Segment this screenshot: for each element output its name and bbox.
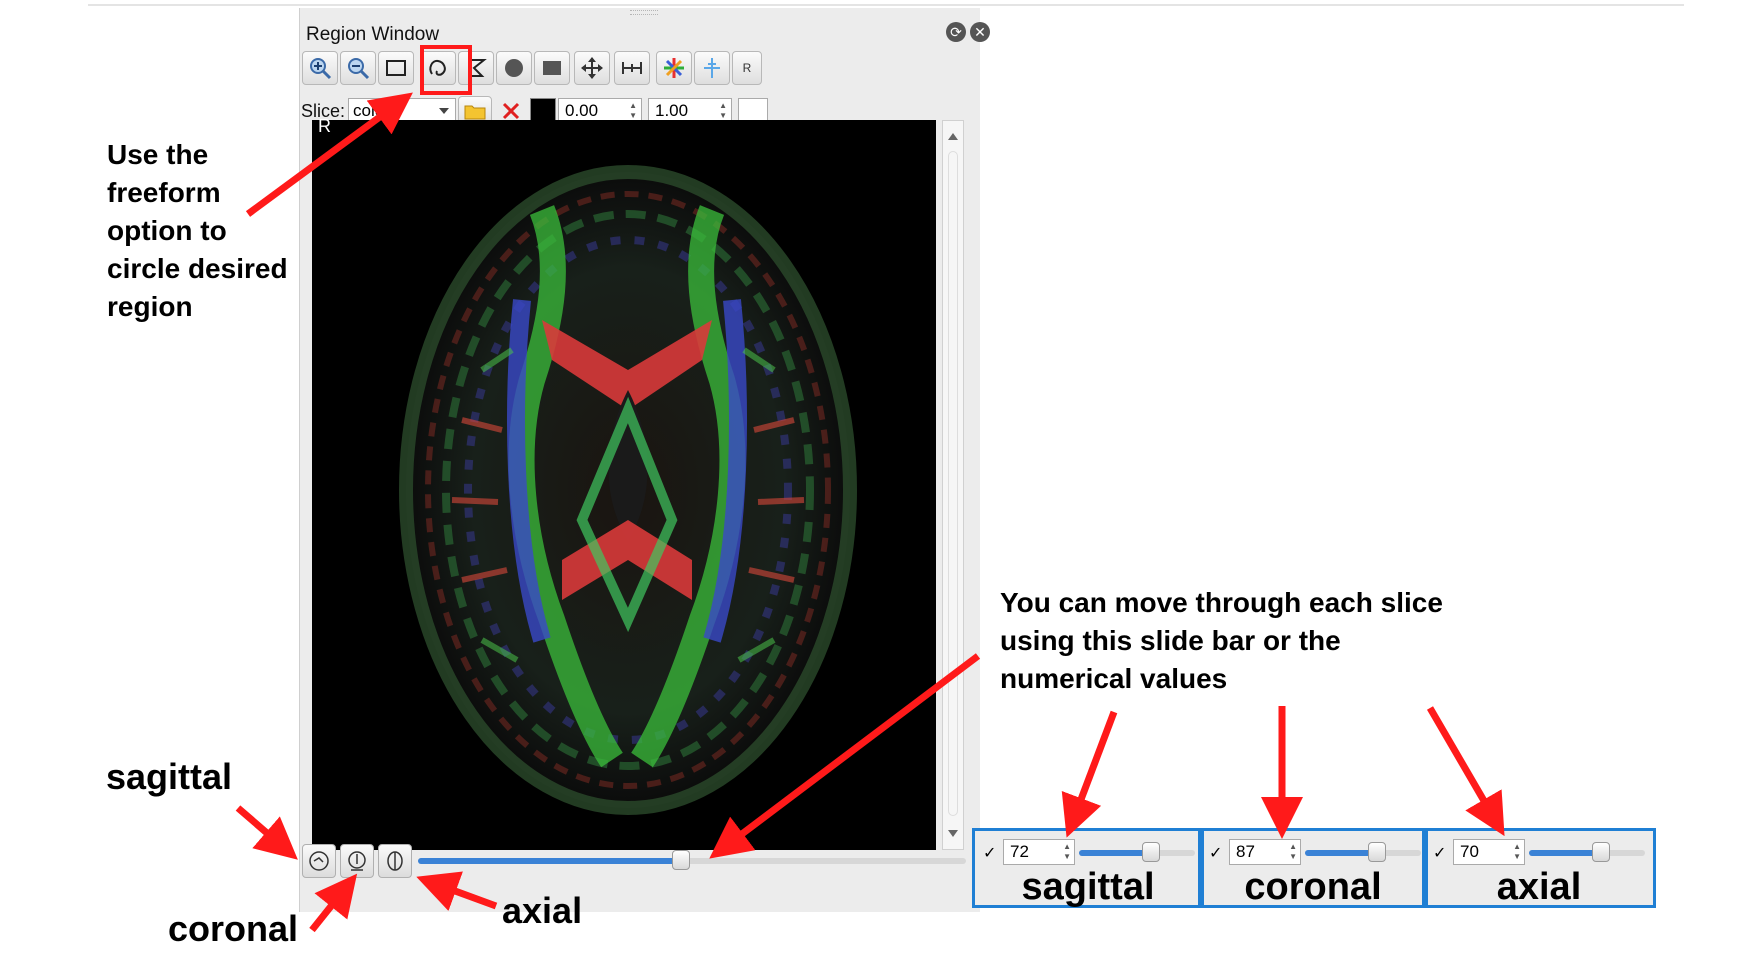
slice-note: You can move through each slice using th… [1000, 584, 1443, 698]
max-value: 1.00 [655, 101, 689, 120]
slice-note-line: numerical values [1000, 663, 1228, 694]
sagittal-spinner[interactable]: 72 ▲ ▼ [1003, 839, 1075, 865]
axial-brain-icon [387, 851, 403, 871]
region-window: Region Window ⟳ ✕ R Slice: colo 0.00 ▲ ▼… [299, 8, 990, 912]
top-divider [88, 4, 1684, 6]
filled-circle-tool[interactable] [496, 51, 532, 85]
crosshair-icon [704, 58, 720, 78]
axial-slider-handle[interactable] [1591, 842, 1610, 862]
freeform-note-line: region [107, 291, 193, 322]
sagittal-slider-fill [1079, 850, 1151, 856]
zoom-out-icon [348, 58, 370, 80]
rectangle-outline-icon [386, 60, 406, 76]
coronal-slider[interactable] [1305, 842, 1421, 862]
red-x-icon [502, 102, 520, 120]
sagittal-checkbox[interactable]: ✓ [983, 843, 996, 863]
move-arrows-icon [581, 57, 603, 79]
close-icon[interactable]: ✕ [970, 22, 990, 42]
slice-controls-panel: ✓ 72 ▲ ▼ sagittal ✓ 87 ▲ ▼ coronal ✓ 70 ▲ ▼ [972, 828, 1656, 908]
zoom-in-icon [310, 58, 332, 80]
coronal-head-icon [348, 851, 366, 871]
scroll-up-icon[interactable] [948, 133, 958, 140]
coronal-checkbox[interactable]: ✓ [1209, 843, 1222, 863]
axial-spinner[interactable]: 70 ▲ ▼ [1453, 839, 1525, 865]
coronal-annotation: coronal [168, 908, 299, 949]
sagittal-value: 72 [1010, 842, 1029, 861]
vertical-scrollbar[interactable] [942, 120, 964, 850]
brain-slice-image [399, 165, 857, 815]
slice-slider-fill [418, 858, 682, 864]
sagittal-button-arrow [235, 805, 298, 860]
scroll-down-icon[interactable] [948, 830, 958, 837]
freeform-highlight [420, 45, 472, 95]
drag-handle[interactable] [630, 10, 658, 15]
measure-tool[interactable] [614, 51, 650, 85]
freeform-note: Use the freeform option to circle desire… [107, 136, 288, 326]
sagittal-slider-handle[interactable] [1141, 842, 1160, 862]
sagittal-box-arrow [1061, 710, 1118, 838]
zoom-out-tool[interactable] [340, 51, 376, 85]
sagittal-annotation: sagittal [106, 756, 233, 797]
spin-arrows-icon[interactable]: ▲ ▼ [1289, 842, 1297, 862]
axial-value: 70 [1460, 842, 1479, 861]
spin-arrows-icon[interactable]: ▲ ▼ [1063, 842, 1071, 862]
folder-icon [464, 105, 486, 120]
slice-note-line: using this slide bar or the [1000, 625, 1341, 656]
coronal-spinner[interactable]: 87 ▲ ▼ [1229, 839, 1301, 865]
axial-annotation: axial [502, 890, 583, 931]
orientation-label: R [318, 116, 331, 136]
axial-label: axial [1496, 866, 1582, 908]
image-viewer[interactable]: R [312, 116, 936, 850]
freeform-note-line: option to [107, 215, 227, 246]
freeform-note-line: freeform [107, 177, 221, 208]
filled-circle-icon [505, 59, 523, 77]
slice-slider-handle[interactable] [672, 850, 691, 870]
slice-dropdown-value: colo [353, 101, 385, 120]
crosshair-tool[interactable] [694, 51, 730, 85]
filled-rectangle-tool[interactable] [534, 51, 570, 85]
spin-arrows-icon[interactable]: ▲ ▼ [719, 101, 727, 121]
measure-icon [622, 62, 642, 74]
axial-view-button[interactable] [378, 844, 412, 878]
r-tool[interactable]: R [732, 51, 762, 85]
chevron-down-icon [439, 108, 449, 114]
axial-box-arrow [1426, 706, 1505, 837]
window-title: Region Window [306, 24, 440, 45]
axial-checkbox[interactable]: ✓ [1433, 843, 1446, 863]
spin-arrows-icon[interactable]: ▲ ▼ [1513, 842, 1521, 862]
color-tool[interactable] [656, 51, 692, 85]
axial-slider[interactable] [1529, 842, 1645, 862]
min-value: 0.00 [565, 101, 599, 120]
zoom-in-tool[interactable] [302, 51, 338, 85]
axial-control: ✓ 70 ▲ ▼ axial [1422, 828, 1656, 908]
sagittal-view-button[interactable] [302, 844, 336, 878]
spin-arrows-icon[interactable]: ▲ ▼ [629, 101, 637, 121]
sagittal-label: sagittal [1021, 866, 1155, 908]
scroll-track[interactable] [948, 151, 958, 816]
restore-icon[interactable]: ⟳ [946, 22, 966, 42]
coronal-control: ✓ 87 ▲ ▼ coronal [1198, 828, 1428, 908]
axial-slider-fill [1529, 850, 1601, 856]
slice-note-line: You can move through each slice [1000, 587, 1443, 618]
coronal-value: 87 [1236, 842, 1255, 861]
filled-rectangle-icon [543, 61, 561, 75]
coronal-slider-fill [1305, 850, 1377, 856]
sagittal-head-icon [309, 851, 329, 871]
coronal-slider-handle[interactable] [1367, 842, 1386, 862]
freeform-note-line: Use the [107, 139, 209, 170]
coronal-label: coronal [1244, 866, 1382, 908]
freeform-note-line: circle desired [107, 253, 288, 284]
move-tool[interactable] [574, 51, 610, 85]
rectangle-outline-tool[interactable] [378, 51, 414, 85]
sagittal-control: ✓ 72 ▲ ▼ sagittal [972, 828, 1204, 908]
color-star-icon [664, 58, 684, 78]
slice-slider[interactable] [418, 850, 966, 870]
sagittal-slider[interactable] [1079, 842, 1195, 862]
coronal-view-button[interactable] [340, 844, 374, 878]
